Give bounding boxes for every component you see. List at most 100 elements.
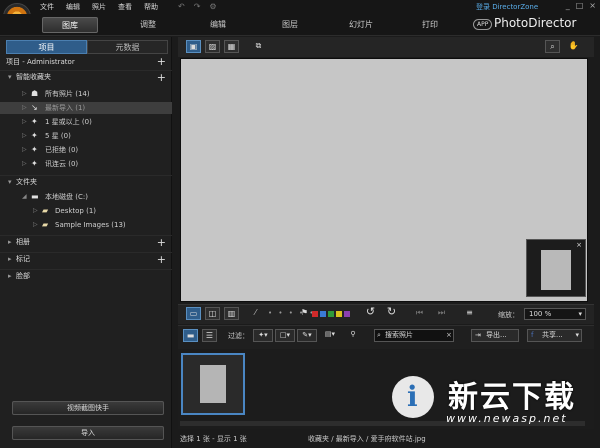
previous-photo-icon[interactable]: ⏮: [412, 307, 427, 320]
tab-slideshow[interactable]: 幻灯片: [336, 17, 386, 33]
tab-print[interactable]: 打印: [410, 17, 450, 33]
menu-view[interactable]: 查看: [118, 2, 132, 12]
settings-icon[interactable]: ⚙: [209, 2, 216, 11]
chevron-right-icon: ▷: [22, 90, 27, 97]
rotate-right-icon[interactable]: ↻: [384, 306, 399, 319]
section-label: 标记: [16, 255, 30, 263]
list-view-icon[interactable]: ☰: [202, 329, 217, 342]
left-tabs: 项目 元数据: [6, 40, 168, 54]
section-tags[interactable]: ▸ 标记 +: [0, 252, 172, 266]
export-icon: ⇥: [475, 331, 481, 339]
sort-dropdown[interactable]: ▤▾: [320, 329, 340, 342]
app-badge[interactable]: APP: [473, 19, 493, 30]
photo-thumbnail[interactable]: [181, 353, 245, 415]
tab-library[interactable]: 图库: [42, 17, 98, 33]
viewer-toolbar: [178, 37, 594, 57]
magnifier-icon[interactable]: ⌕: [545, 40, 560, 53]
collapse-icon: ▸: [8, 255, 12, 263]
zoom-select[interactable]: 100 % ▾: [524, 308, 586, 320]
clear-search-icon[interactable]: ×: [446, 331, 452, 339]
section-folders[interactable]: ▾ 文件夹: [0, 175, 172, 188]
info-panel-icon[interactable]: ≡: [462, 307, 477, 320]
smart-item[interactable]: ▷ ✦ 讯连云 (0): [0, 158, 172, 170]
menu-file[interactable]: 文件: [40, 2, 54, 12]
status-selection: 选择 1 张 - 显示 1 张: [180, 435, 247, 443]
star-icon: ✦: [31, 117, 38, 126]
hand-tool-icon[interactable]: ✋: [566, 40, 581, 53]
minimize-button[interactable]: _: [566, 1, 570, 10]
share-button[interactable]: f 共享... ▾: [527, 329, 582, 342]
menu-help[interactable]: 帮助: [144, 2, 158, 12]
reject-flag-icon[interactable]: ⚑: [297, 307, 312, 320]
next-photo-icon[interactable]: ⏭: [434, 307, 449, 320]
main-menu: 文件 编辑 照片 查看 帮助: [40, 2, 158, 12]
section-label: 文件夹: [16, 178, 37, 186]
thumbnail-image: [200, 365, 226, 403]
tab-layers[interactable]: 图层: [270, 17, 310, 33]
smart-item-label: 1 星或以上 (0): [45, 118, 92, 126]
expand-icon: ▾: [8, 73, 12, 81]
rejected-icon: ✦: [31, 145, 38, 154]
smart-item[interactable]: ▷ ✦ 5 星 (0): [0, 130, 172, 142]
smart-item-selected[interactable]: ▷ ↘ 最新导入 (1): [0, 102, 172, 114]
viewer-view-icon[interactable]: ▣: [186, 40, 201, 53]
section-albums[interactable]: ▸ 相册 +: [0, 235, 172, 249]
folder-item[interactable]: ▷ ▰ Desktop (1): [0, 205, 172, 217]
import-button[interactable]: 导入: [12, 426, 164, 440]
section-faces[interactable]: ▸ 脸部: [0, 269, 172, 282]
watermark-brand: 新云下载: [448, 380, 576, 415]
menu-edit[interactable]: 编辑: [66, 2, 80, 12]
tab-metadata[interactable]: 元数据: [87, 40, 168, 54]
navigator-preview[interactable]: ×: [526, 239, 586, 297]
people-icon: ☗: [31, 89, 39, 98]
compare-view-icon[interactable]: ⧉: [251, 40, 266, 53]
single-view-icon[interactable]: ▨: [205, 40, 220, 53]
color-label-blue[interactable]: [320, 311, 326, 317]
maximize-button[interactable]: □: [576, 1, 584, 10]
redo-icon[interactable]: ↷: [194, 2, 201, 11]
add-smart-collection-icon[interactable]: +: [157, 71, 166, 84]
close-icon[interactable]: ×: [576, 241, 582, 249]
chevron-right-icon: ▷: [33, 221, 38, 228]
smart-item[interactable]: ▷ ✦ 1 星或以上 (0): [0, 116, 172, 128]
multi-layout-icon[interactable]: ▥: [224, 307, 239, 320]
flag-filter-dropdown[interactable]: □▾: [275, 329, 295, 342]
section-label: 智能收藏夹: [16, 73, 51, 81]
folder-item[interactable]: ◢ ▬ 本地磁盘 (C:): [0, 191, 172, 203]
single-layout-icon[interactable]: ▭: [186, 307, 201, 320]
smart-item[interactable]: ▷ ✦ 已拒绝 (0): [0, 144, 172, 156]
rotate-left-icon[interactable]: ↺: [363, 306, 378, 319]
tab-project[interactable]: 项目: [6, 40, 87, 54]
add-project-icon[interactable]: +: [157, 56, 166, 68]
undo-icon[interactable]: ↶: [178, 2, 185, 11]
color-label-red[interactable]: [312, 311, 318, 317]
section-smart-collections[interactable]: ▾ 智能收藏夹 +: [0, 70, 172, 84]
collapse-icon: ▸: [8, 272, 12, 280]
rating-icon[interactable]: ⁄: [248, 307, 263, 320]
add-album-icon[interactable]: +: [157, 236, 166, 249]
folder-item[interactable]: ▷ ▰ Sample Images (13): [0, 219, 172, 231]
rating-filter-dropdown[interactable]: ✦▾: [253, 329, 273, 342]
color-label-green[interactable]: [328, 311, 334, 317]
person-filter-icon[interactable]: ⚲: [346, 329, 360, 342]
export-button[interactable]: ⇥ 导出...: [471, 329, 519, 342]
smart-item[interactable]: ▷ ☗ 所有照片 (14): [0, 88, 172, 100]
dual-layout-icon[interactable]: ◫: [205, 307, 220, 320]
grid-view-icon[interactable]: ▦: [224, 40, 239, 53]
close-button[interactable]: ×: [589, 1, 596, 10]
watermark-url: www.newasp.net: [446, 412, 568, 425]
color-filter-dropdown[interactable]: ✎▾: [297, 329, 317, 342]
tab-adjust[interactable]: 调整: [128, 17, 168, 33]
thumbnail-view-icon[interactable]: ▬: [183, 329, 198, 342]
chevron-right-icon: ▷: [22, 118, 27, 125]
color-label-yellow[interactable]: [336, 311, 342, 317]
color-label-purple[interactable]: [344, 311, 350, 317]
add-tag-icon[interactable]: +: [157, 253, 166, 266]
zoom-label: 缩放：: [498, 311, 519, 319]
login-link[interactable]: 登录 DirectorZone: [476, 2, 538, 12]
video-snapshot-button[interactable]: 视频截图快手: [12, 401, 164, 415]
search-input[interactable]: 搜索照片: [374, 329, 454, 342]
filter-label: 过滤：: [228, 332, 249, 340]
tab-edit[interactable]: 编辑: [198, 17, 238, 33]
menu-photo[interactable]: 照片: [92, 2, 106, 12]
